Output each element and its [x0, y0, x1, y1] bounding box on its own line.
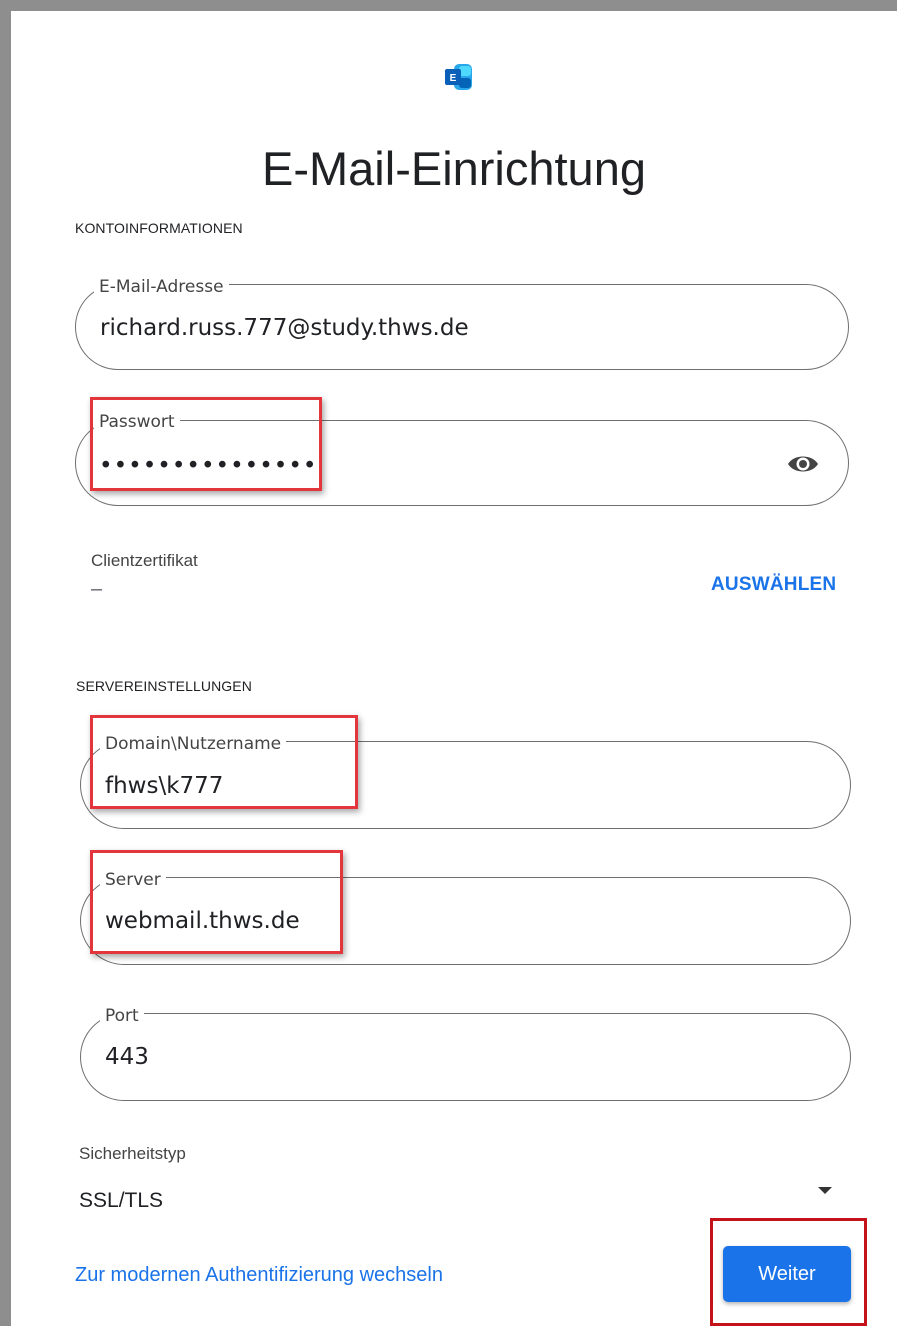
client-certificate-value: –	[91, 578, 103, 600]
security-type-select[interactable]: SSL/TLS	[79, 1189, 163, 1213]
password-field-label: Passwort	[94, 412, 180, 432]
server-value[interactable]: webmail.thws.de	[105, 907, 300, 935]
password-value[interactable]: •••••••••••••••	[99, 452, 318, 480]
section-title-server: SERVEREINSTELLUNGEN	[76, 678, 252, 694]
security-type-label: Sicherheitstyp	[79, 1144, 186, 1163]
section-title-account: KONTOINFORMATIONEN	[75, 220, 243, 236]
exchange-icon: E	[445, 64, 472, 90]
port-field-label: Port	[100, 1006, 144, 1026]
email-field-label: E-Mail-Adresse	[94, 277, 229, 297]
modern-auth-link[interactable]: Zur modernen Authentifizierung wechseln	[75, 1264, 443, 1287]
svg-text:E: E	[450, 73, 457, 84]
domain-username-value[interactable]: fhws\k777	[105, 772, 223, 800]
next-button[interactable]: Weiter	[723, 1246, 851, 1302]
select-certificate-button[interactable]: AUSWÄHLEN	[711, 574, 836, 596]
domain-username-label: Domain\Nutzername	[100, 734, 287, 754]
eye-icon[interactable]	[786, 452, 820, 476]
client-certificate-label: Clientzertifikat	[91, 551, 198, 570]
dropdown-arrow-icon[interactable]	[818, 1187, 832, 1194]
email-value[interactable]: richard.russ.777@study.thws.de	[100, 314, 469, 342]
email-setup-screen: E E-Mail-Einrichtung KONTOINFORMATIONEN …	[11, 11, 897, 1326]
server-field-label: Server	[100, 870, 166, 890]
port-value[interactable]: 443	[105, 1043, 149, 1071]
page-title: E-Mail-Einrichtung	[262, 142, 646, 195]
port-field[interactable]	[80, 1013, 851, 1101]
